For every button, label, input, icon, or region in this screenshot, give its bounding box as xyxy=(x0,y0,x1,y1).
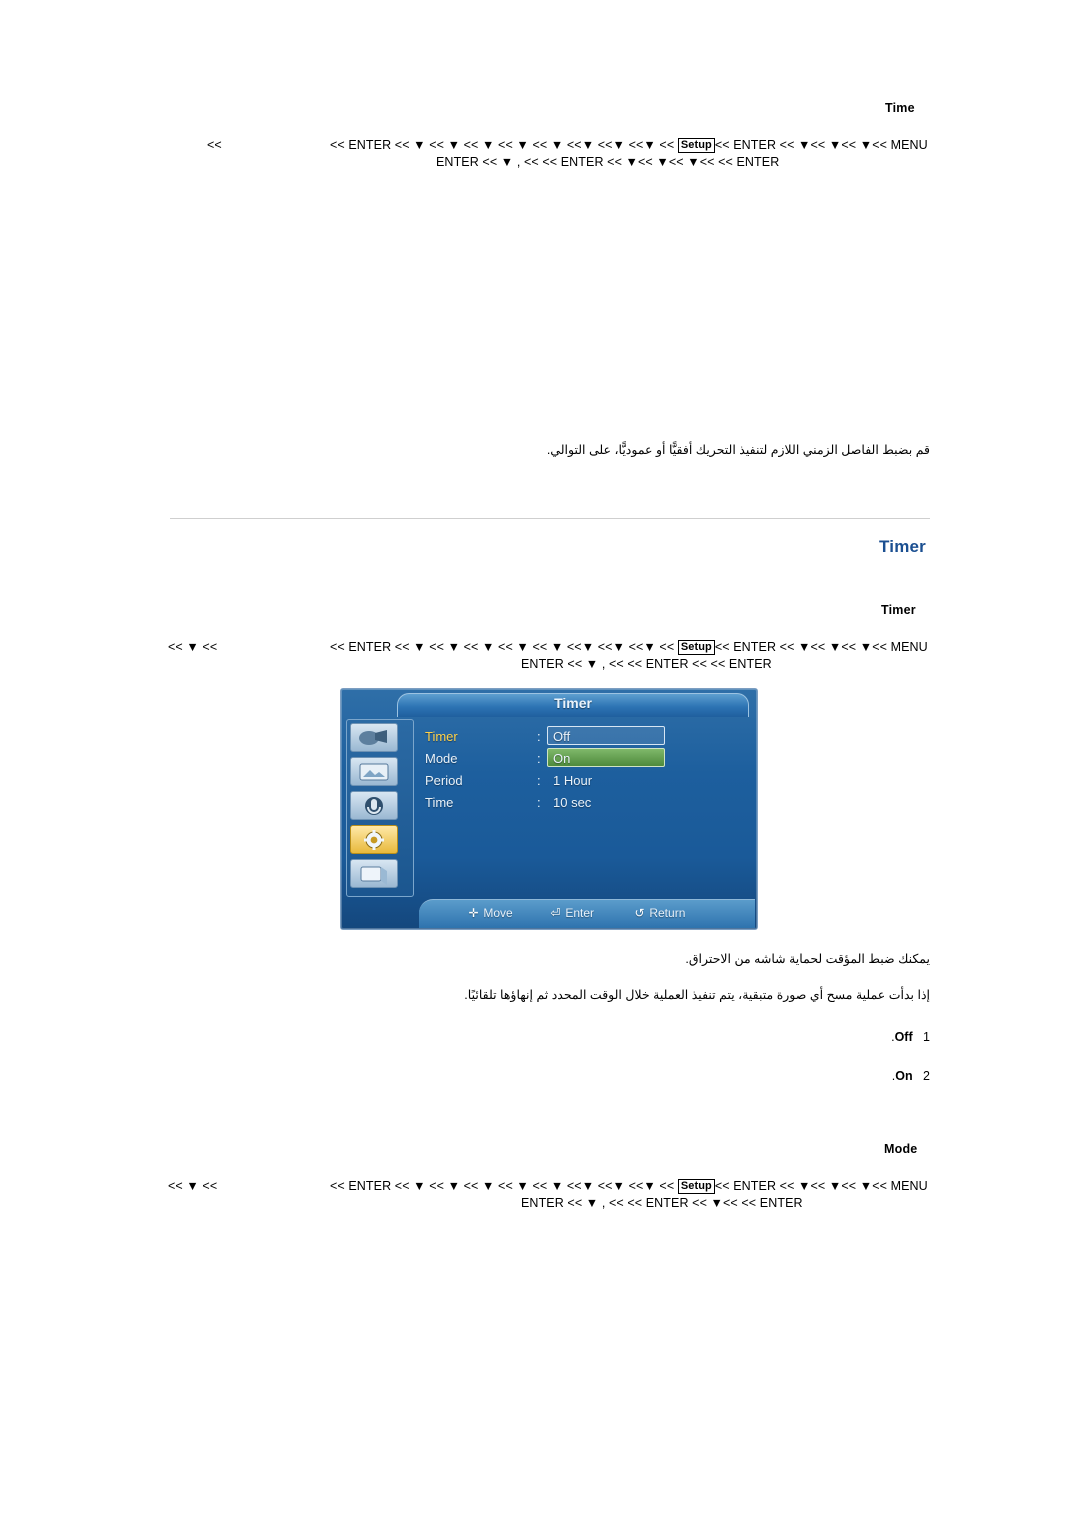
nav-path-time-line1-b: << ENTER << ▼<< ▼<< ▼<< MENU xyxy=(714,138,928,152)
sound-icon[interactable] xyxy=(350,791,398,820)
list-item-label-1: On xyxy=(895,1069,913,1083)
nav-path-mode-line1: << ENTER << ▼ << ▼ << ▼ << ▼ << ▼ <<▼ <<… xyxy=(330,1179,928,1195)
list-item: Off 1. xyxy=(891,1030,930,1044)
nav-path-timer-line2: ENTER << ▼ , << << ENTER << << ENTER xyxy=(521,657,772,671)
osd-title: Timer xyxy=(554,695,592,711)
caption-timer-arabic-1: يمكنك ضبط المؤقت لحماية شاشه من الاحتراق… xyxy=(685,952,930,966)
osd-footer-enter: ⏎ Enter xyxy=(549,906,594,920)
osd-row-label-1[interactable]: Mode xyxy=(425,751,458,766)
setup-key-time: Setup xyxy=(677,138,715,153)
multi-control-icon[interactable] xyxy=(350,859,398,888)
osd-footer-move: ✛ Move xyxy=(467,906,513,920)
nav-path-time-line2: ENTER << ▼ , << << ENTER << ▼<< ▼<< ▼<< … xyxy=(436,155,780,169)
nav-path-mode-line1-a: << ENTER << ▼ << ▼ << ▼ << ▼ << ▼ <<▼ <<… xyxy=(330,1179,678,1193)
return-icon: ↺ xyxy=(634,906,645,920)
osd-row-label-2[interactable]: Period xyxy=(425,773,463,788)
caption-time-arabic: قم بضبط الفاصل الزمني اللازم لتنفيذ التح… xyxy=(546,443,930,457)
caption-timer-arabic-2: إذا بدأت عملية مسح أي صورة متبقية، يتم ت… xyxy=(464,988,930,1002)
list-item-label-0: Off xyxy=(894,1030,913,1044)
osd-footer-return: ↺ Return xyxy=(633,906,685,920)
nav-left-mode: << ▼ << xyxy=(168,1179,218,1193)
nav-path-timer-line1-b: << ENTER << ▼<< ▼<< ▼<< MENU xyxy=(714,640,928,654)
osd-footer-enter-label: Enter xyxy=(565,906,595,920)
nav-path-time-line1-a: << ENTER << ▼ << ▼ << ▼ << ▼ << ▼ <<▼ <<… xyxy=(330,138,678,152)
section-label-timer: Timer xyxy=(881,603,916,617)
nav-path-mode-line2: ENTER << ▼ , << << ENTER << ▼<< << ENTER xyxy=(521,1196,803,1210)
osd-row-label-0[interactable]: Timer xyxy=(425,729,458,744)
setup-icon[interactable] xyxy=(350,825,398,854)
nav-path-mode-line1-b: << ENTER << ▼<< ▼<< ▼<< MENU xyxy=(714,1179,928,1193)
nav-left-time: << xyxy=(207,138,222,152)
document-page: Time << << ENTER << ▼ << ▼ << ▼ << ▼ << … xyxy=(0,0,1080,1527)
osd-row-colon-3: : xyxy=(537,795,541,810)
osd-row-colon-2: : xyxy=(537,773,541,788)
osd-row-label-3[interactable]: Time xyxy=(425,795,453,810)
page-title-timer: Timer xyxy=(879,537,926,556)
setup-key-timer: Setup xyxy=(677,640,715,655)
osd-footer-return-label: Return xyxy=(649,906,686,920)
osd-footer-move-label: Move xyxy=(483,906,513,920)
section-label-mode: Mode xyxy=(884,1142,918,1156)
osd-row-value-2[interactable]: 1 Hour xyxy=(553,773,592,788)
osd-row-value-1[interactable]: On xyxy=(553,751,570,766)
list-item: On 2. xyxy=(892,1069,930,1083)
picture-icon[interactable] xyxy=(350,723,398,752)
image-icon[interactable] xyxy=(350,757,398,786)
setup-key-mode: Setup xyxy=(677,1179,715,1194)
enter-icon: ⏎ xyxy=(550,906,561,920)
nav-path-time-line1: << ENTER << ▼ << ▼ << ▼ << ▼ << ▼ <<▼ <<… xyxy=(330,138,928,154)
osd-row-value-3[interactable]: 10 sec xyxy=(553,795,591,810)
move-icon: ✛ xyxy=(468,906,479,920)
nav-path-timer-line1: << ENTER << ▼ << ▼ << ▼ << ▼ << ▼ <<▼ <<… xyxy=(330,640,928,656)
nav-left-timer: << ▼ << xyxy=(168,640,218,654)
osd-row-value-0[interactable]: Off xyxy=(553,729,570,744)
section-divider xyxy=(170,518,930,519)
nav-path-timer-line1-a: << ENTER << ▼ << ▼ << ▼ << ▼ << ▼ <<▼ <<… xyxy=(330,640,678,654)
section-label-time: Time xyxy=(885,101,915,115)
osd-screenshot: Timer Timer : Off Mode : On Period : 1 H… xyxy=(340,688,758,930)
osd-row-colon-1: : xyxy=(537,751,541,766)
osd-row-colon-0: : xyxy=(537,729,541,744)
